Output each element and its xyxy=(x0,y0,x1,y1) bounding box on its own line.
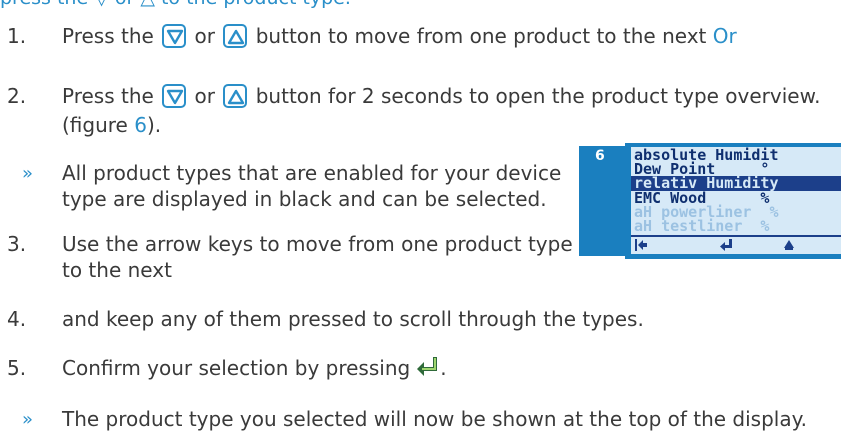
step-2-number: 2. xyxy=(7,84,27,108)
step-2-post: button for 2 seconds to open the product… xyxy=(255,84,821,108)
lcd-screen: absolute Humidit Dew Point ° relativ Hum… xyxy=(631,147,841,254)
figure-number: 6 xyxy=(595,148,605,164)
step-3-number: 3. xyxy=(7,232,27,256)
step-4-number: 4. xyxy=(7,307,27,331)
figure-ref-post: ). xyxy=(146,113,162,137)
figure-number-tag: 6 xyxy=(579,146,625,256)
step-1-or-link[interactable]: Or xyxy=(713,24,737,48)
figure-ref-link[interactable]: 6 xyxy=(134,113,147,137)
result-1-line-2: type are displayed in black and can be s… xyxy=(62,187,547,211)
down-triangle-icon xyxy=(166,89,184,105)
step-5-label: Confirm your selection by pressing xyxy=(62,356,411,380)
lcd-footer xyxy=(631,238,841,254)
lcd-display-frame: absolute Humidit Dew Point ° relativ Hum… xyxy=(625,143,841,259)
step-3-line-1: Use the arrow keys to move from one prod… xyxy=(62,232,573,256)
step-2-mid: or xyxy=(194,84,216,108)
step-2-text: Press the or button for 2 seconds to ope… xyxy=(62,84,820,108)
step-3-line-2: to the next xyxy=(62,258,172,282)
step-1-mid: or xyxy=(194,24,216,48)
header-cut-text: press the ▽ or △ to the product type. xyxy=(0,0,841,11)
step-5-text: Confirm your selection by pressing. xyxy=(62,356,447,383)
step-5-suffix: . xyxy=(440,356,447,380)
down-key-button xyxy=(162,24,187,48)
step-1-pre: Press the xyxy=(62,24,154,48)
down-triangle-icon xyxy=(166,29,184,45)
step-1-post: button to move from one product to the n… xyxy=(255,24,707,48)
step-5-number: 5. xyxy=(7,356,27,380)
step-1-number: 1. xyxy=(7,24,27,48)
up-triangle-icon xyxy=(228,89,245,105)
up-key-button xyxy=(223,24,248,48)
down-key-button xyxy=(162,84,187,108)
back-icon xyxy=(634,238,648,254)
result-1-marker: » xyxy=(22,163,34,184)
result-2-marker: » xyxy=(22,409,34,430)
up-arrow-icon xyxy=(782,238,796,254)
result-2-text: The product type you selected will now b… xyxy=(62,407,807,431)
enter-icon xyxy=(720,238,734,254)
step-2-pre: Press the xyxy=(62,84,154,108)
enter-icon xyxy=(416,356,440,383)
up-triangle-icon xyxy=(228,29,245,45)
lcd-row-disabled: aH testliner % xyxy=(634,217,770,235)
figure-ref-pre: (figure xyxy=(62,113,135,137)
step-1-text: Press the or button to move from one pro… xyxy=(62,24,737,48)
lcd-separator xyxy=(631,235,841,237)
step-4-text: and keep any of them pressed to scroll t… xyxy=(62,307,644,331)
up-key-button xyxy=(223,84,248,108)
result-1-line-1: All product types that are enabled for y… xyxy=(62,161,562,185)
step-2-continuation: (figure 6). xyxy=(62,113,161,137)
